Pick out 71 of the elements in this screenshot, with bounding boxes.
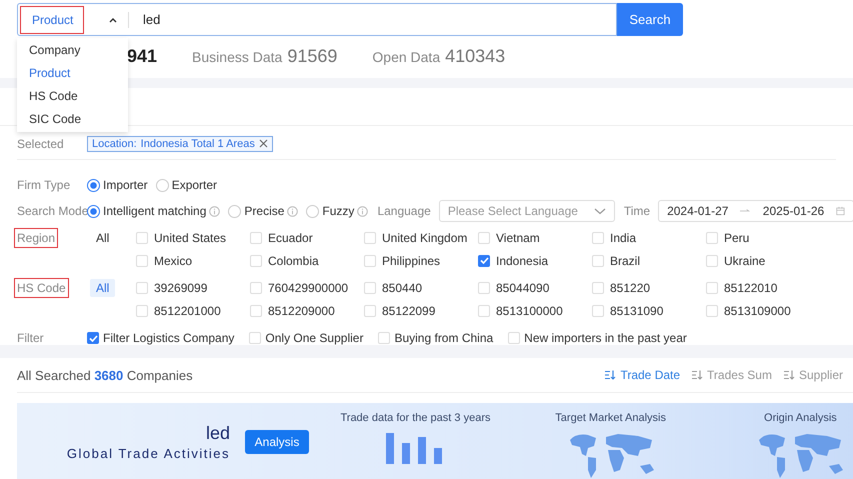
tag-key: Location: [92,138,137,150]
option-label: 850440 [382,280,422,294]
search-field[interactable]: Product led [17,3,617,36]
option-label: Only One Supplier [265,331,364,345]
field-label: Selected [17,136,65,150]
option-label: 8512209000 [268,304,335,318]
search-button[interactable]: Search [617,3,683,36]
language-select[interactable]: Please Select Language [438,200,615,222]
option-label: 85122099 [382,304,436,318]
stat-value: 941 [127,46,158,67]
option-label: Philippines [382,254,440,268]
option-label: Precise [244,204,284,218]
option-label: 8513100000 [496,304,563,318]
panel-title: Target Market Analysis [555,412,666,424]
option-label: Colombia [268,254,319,268]
keyword-title: led [204,423,230,444]
tag-value: Indonesia Total 1 Areas [140,138,255,150]
option-label: 8512201000 [154,304,221,318]
menu-item[interactable]: HS Code [17,85,128,108]
option-label: Ukraine [724,254,766,268]
analysis-button[interactable]: Analysis [245,430,309,454]
option-label: 39269099 [154,280,208,294]
sort-option[interactable]: Trades Sum [692,368,772,382]
option-label: 85122010 [724,280,778,294]
option-label: 8513109000 [724,304,791,318]
field-label: Time [624,204,650,218]
field-label: Search Mode [17,204,85,218]
scope-select[interactable]: Product [20,6,84,34]
field-label: HS Code [17,280,66,294]
option-label: Brazil [610,254,640,268]
sort-option[interactable]: Supplier [784,368,843,382]
all-option[interactable]: All [90,228,116,246]
option-label: Vietnam [496,230,540,244]
option-label: Exporter [172,178,218,192]
option-label: Peru [724,230,750,244]
panel-title: Origin Analysis [764,412,837,424]
field-label: Filter [17,331,45,345]
menu-item[interactable]: Company [17,39,128,62]
stat-value: 91569 [287,46,338,67]
option-label: Fuzzy [322,204,354,218]
option-label: Indonesia [496,254,548,268]
option-label: Buying from China [394,331,494,345]
option-label: Mexico [154,254,192,268]
option-label: Intelligent matching [103,204,206,218]
field-label: Language [377,204,431,218]
option-label: India [610,230,636,244]
all-option[interactable]: All [90,278,116,296]
menu-item[interactable]: Product [17,62,128,85]
option-label: Ecuador [268,230,313,244]
option-label: 85131090 [610,304,664,318]
option-label: United Kingdom [382,230,468,244]
option-label: United States [154,230,226,244]
results-summary: All Searched 3680 Companies [17,368,193,382]
option-label: 851220 [610,280,650,294]
panel-title: Trade data for the past 3 years [340,412,490,424]
field-label: Region [17,230,56,244]
option-label: Filter Logistics Company [103,331,234,345]
field-label: Firm Type [17,178,72,192]
option-label: 760429900000 [268,280,348,294]
banner-subtitle: Global Trade Activities [66,446,230,461]
option-label: 85044090 [496,280,550,294]
stat-label: Open Data [372,49,440,65]
option-label: New importers in the past year [524,331,687,345]
menu-item[interactable]: SIC Code [17,108,128,131]
date-end: 2025-01-26 [762,204,824,218]
stat-label: Business Data [192,49,282,65]
stat-value: 410343 [445,46,506,67]
sort-option[interactable]: Trade Date [605,368,680,382]
date-range-field[interactable]: 2024-01-27 2025-01-26 [658,200,853,222]
date-start: 2024-01-27 [667,204,728,218]
option-label: Importer [103,178,148,192]
